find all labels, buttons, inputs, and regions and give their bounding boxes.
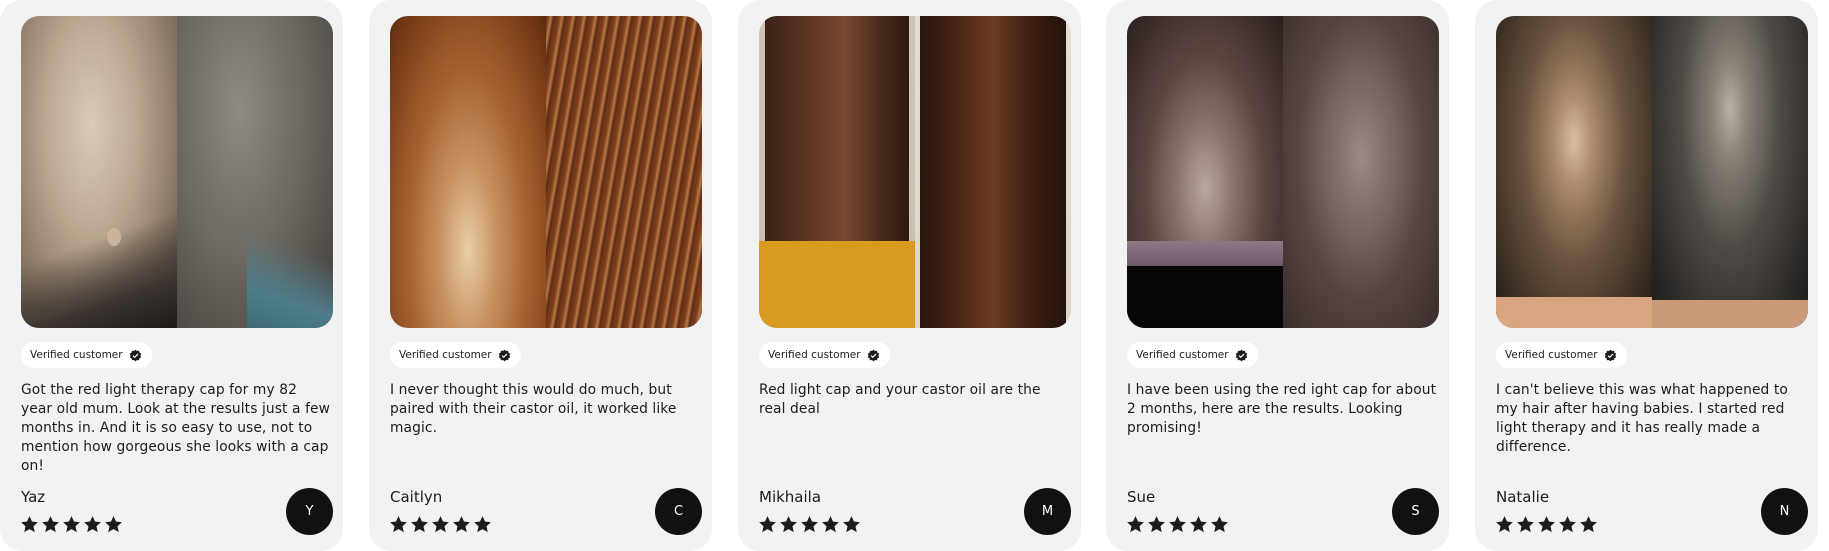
after-photo	[546, 16, 702, 328]
review-card: Verified customer Got the red light ther…	[0, 0, 343, 551]
star-icon	[1538, 516, 1555, 533]
star-icon	[1190, 516, 1207, 533]
star-icon	[105, 516, 122, 533]
verified-badge: Verified customer	[390, 342, 521, 368]
review-author: Sue	[1127, 488, 1156, 506]
review-text: Got the red light therapy cap for my 82 …	[21, 382, 330, 474]
verified-check-icon	[1235, 349, 1247, 361]
star-icon	[411, 516, 428, 533]
star-rating	[758, 515, 861, 534]
verified-badge: Verified customer	[1496, 342, 1627, 368]
star-icon	[780, 516, 797, 533]
before-photo	[1496, 16, 1652, 328]
star-icon	[1517, 516, 1534, 533]
star-icon	[84, 516, 101, 533]
review-author: Yaz	[21, 488, 46, 506]
verified-label: Verified customer	[399, 349, 492, 361]
review-text: I have been using the red ight cap for a…	[1127, 382, 1437, 436]
review-card: Verified customer I have been using the …	[1106, 0, 1449, 551]
verified-check-icon	[129, 349, 141, 361]
verified-label: Verified customer	[1505, 349, 1598, 361]
reviews-row: Verified customer Got the red light ther…	[0, 0, 1829, 551]
star-icon	[1496, 516, 1513, 533]
before-after-photo	[1127, 16, 1439, 328]
review-author: Caitlyn	[390, 488, 443, 506]
before-photo	[390, 16, 546, 328]
verified-check-icon	[867, 349, 879, 361]
avatar: Y	[286, 488, 333, 535]
star-icon	[1148, 516, 1165, 533]
verified-label: Verified customer	[30, 349, 123, 361]
star-rating	[1126, 515, 1229, 534]
before-after-photo	[390, 16, 702, 328]
star-icon	[1559, 516, 1576, 533]
star-rating	[1495, 515, 1598, 534]
before-after-photo	[21, 16, 333, 328]
after-photo	[1652, 16, 1808, 328]
before-after-photo	[759, 16, 1071, 328]
review-card: Verified customer I never thought this w…	[369, 0, 712, 551]
star-rating	[389, 515, 492, 534]
star-icon	[432, 516, 449, 533]
star-rating	[20, 515, 123, 534]
after-photo	[1283, 16, 1439, 328]
star-icon	[42, 516, 59, 533]
star-icon	[843, 516, 860, 533]
avatar: C	[655, 488, 702, 535]
before-photo	[21, 16, 177, 328]
review-author: Mikhaila	[759, 488, 822, 506]
review-text: Red light cap and your castor oil are th…	[759, 382, 1041, 417]
star-icon	[474, 516, 491, 533]
star-icon	[801, 516, 818, 533]
star-icon	[63, 516, 80, 533]
star-icon	[1580, 516, 1597, 533]
verified-check-icon	[1604, 349, 1616, 361]
before-photo	[759, 16, 915, 328]
star-icon	[390, 516, 407, 533]
star-icon	[1127, 516, 1144, 533]
avatar: M	[1024, 488, 1071, 535]
review-text: I can't believe this was what happened t…	[1496, 382, 1788, 455]
review-text: I never thought this would do much, but …	[390, 382, 677, 436]
after-photo	[177, 16, 333, 328]
before-after-photo	[1496, 16, 1808, 328]
verified-label: Verified customer	[1136, 349, 1229, 361]
star-icon	[822, 516, 839, 533]
verified-check-icon	[498, 349, 510, 361]
review-card: Verified customer Red light cap and your…	[738, 0, 1081, 551]
avatar: S	[1392, 488, 1439, 535]
star-icon	[759, 516, 776, 533]
verified-badge: Verified customer	[21, 342, 152, 368]
star-icon	[453, 516, 470, 533]
after-photo	[915, 16, 1071, 328]
verified-badge: Verified customer	[759, 342, 890, 368]
before-photo	[1127, 16, 1283, 328]
review-card: Verified customer I can't believe this w…	[1475, 0, 1818, 551]
verified-label: Verified customer	[768, 349, 861, 361]
star-icon	[1211, 516, 1228, 533]
star-icon	[1169, 516, 1186, 533]
avatar: N	[1761, 488, 1808, 535]
verified-badge: Verified customer	[1127, 342, 1258, 368]
star-icon	[21, 516, 38, 533]
review-author: Natalie	[1496, 488, 1550, 506]
